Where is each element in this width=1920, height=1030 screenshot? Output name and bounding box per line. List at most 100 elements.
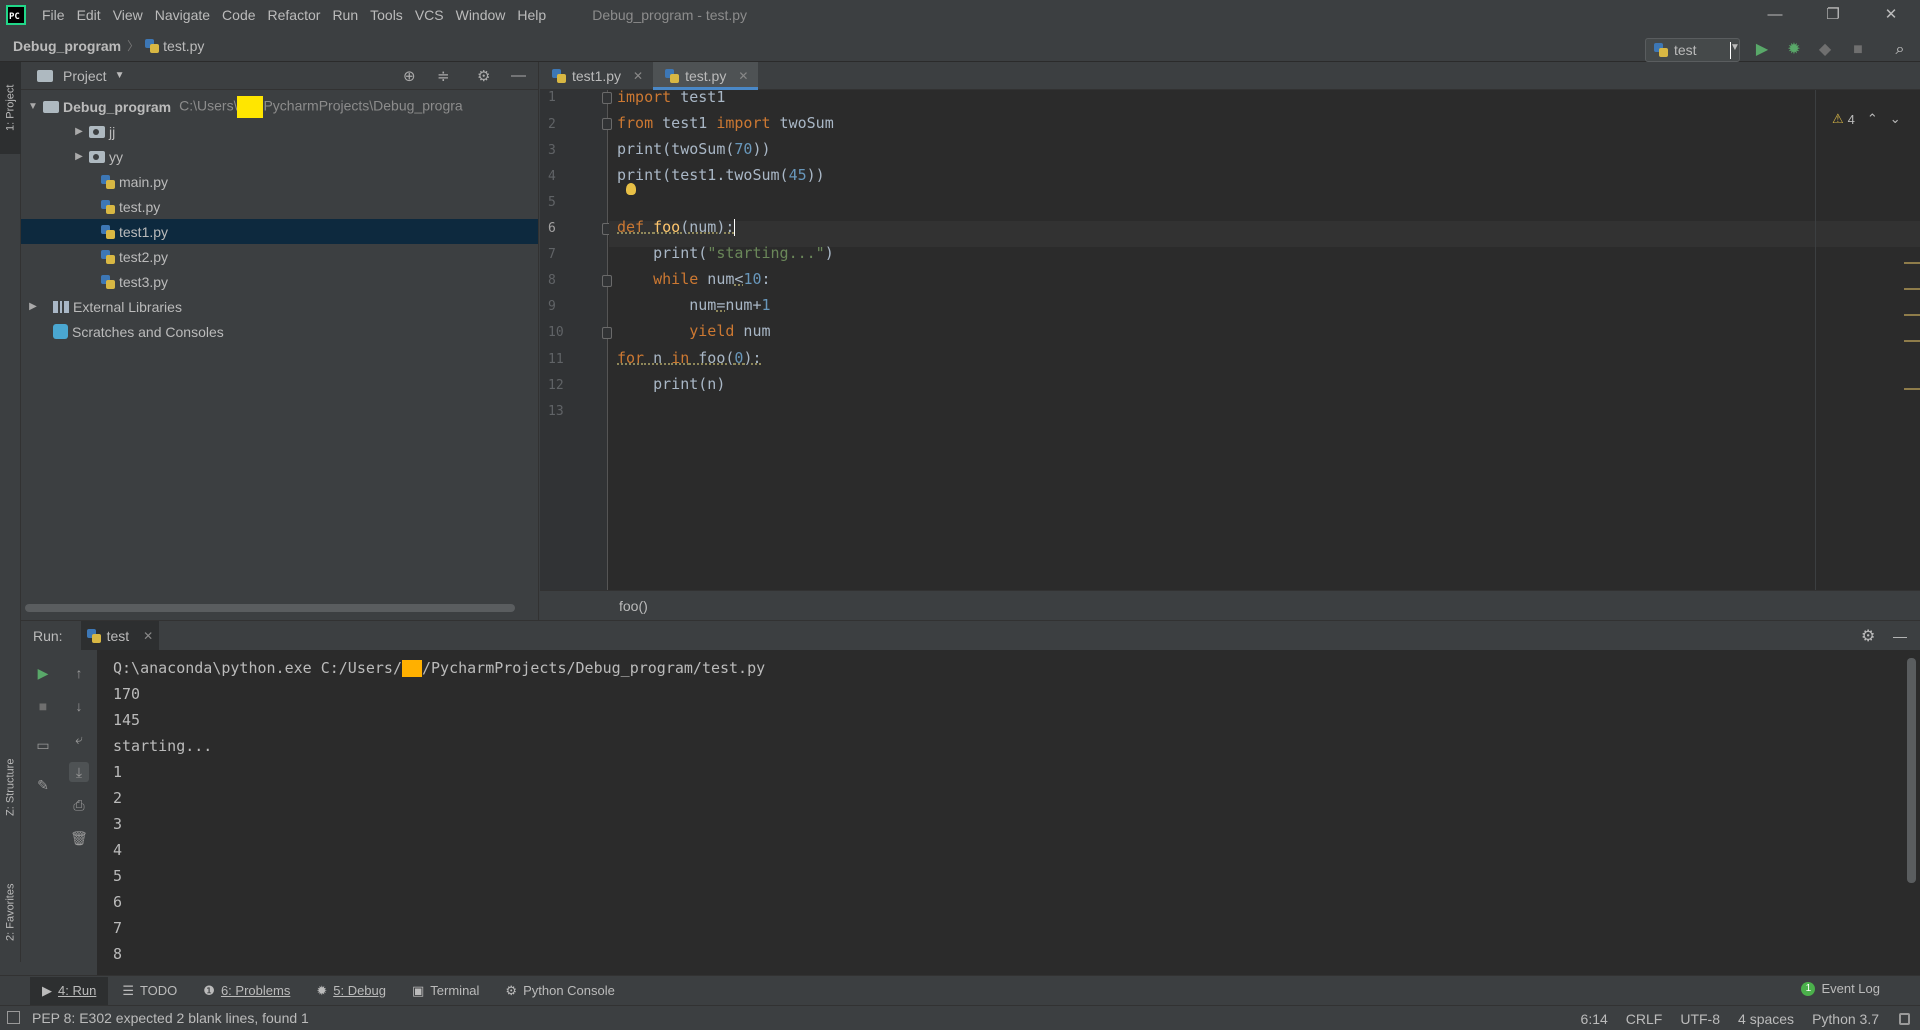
chevron-right-icon[interactable]: ▶ — [73, 151, 85, 162]
tool-tab-run[interactable]: ▶ 4: Run — [30, 976, 109, 1005]
tree-item-test2-py[interactable]: test2.py — [21, 244, 538, 269]
close-button[interactable]: ✕ — [1862, 0, 1920, 30]
event-log-button[interactable]: 1 Event Log — [1801, 981, 1880, 996]
chevron-up-icon[interactable]: ⌃ — [1867, 111, 1878, 127]
locate-target-icon[interactable]: ⊕ — [403, 67, 416, 85]
close-tab-icon[interactable]: ✕ — [633, 69, 643, 83]
menu-refactor[interactable]: Refactor — [262, 7, 327, 23]
menu-window[interactable]: Window — [450, 7, 512, 23]
chevron-down-icon[interactable]: ▼ — [27, 101, 39, 112]
restore-button[interactable]: ❐ — [1804, 0, 1862, 30]
tree-item-test3-py[interactable]: test3.py — [21, 269, 538, 294]
stop-icon[interactable]: ■ — [1848, 40, 1868, 60]
warning-stripe-mark[interactable] — [1904, 388, 1920, 390]
run-configuration-select[interactable]: test ▼ — [1645, 38, 1740, 62]
tab-test-py[interactable]: test.py ✕ — [653, 62, 759, 90]
warning-stripe-mark[interactable] — [1904, 288, 1920, 290]
menu-navigate[interactable]: Navigate — [149, 7, 216, 23]
favorites-tool-tab[interactable]: 2: Favorites — [0, 862, 21, 962]
breadcrumb-project[interactable]: Debug_program — [13, 38, 121, 54]
project-view-select[interactable]: Project — [63, 68, 107, 84]
indent-setting[interactable]: 4 spaces — [1738, 1011, 1794, 1027]
python-interpreter[interactable]: Python 3.7 — [1812, 1011, 1879, 1027]
warning-stripe-mark[interactable] — [1904, 340, 1920, 342]
tool-tab-problems[interactable]: ❶ 6: Problems — [191, 977, 302, 1005]
console-line: starting... — [113, 737, 213, 755]
trash-icon[interactable]: 🗑 — [69, 828, 89, 848]
toggle-tool-windows-icon[interactable] — [7, 1011, 20, 1024]
console-line: 2 — [113, 789, 123, 807]
soft-wrap-icon[interactable]: ⤶ — [69, 729, 89, 749]
tree-item-test-py[interactable]: test.py — [21, 194, 538, 219]
fold-marker-icon[interactable] — [602, 327, 612, 339]
tree-item-main-py[interactable]: main.py — [21, 169, 538, 194]
tab-test1-py[interactable]: test1.py ✕ — [540, 62, 653, 90]
close-tab-icon[interactable]: ✕ — [143, 629, 153, 643]
menu-edit[interactable]: Edit — [71, 7, 107, 23]
warning-stripe-mark[interactable] — [1904, 262, 1920, 264]
horizontal-scrollbar[interactable] — [25, 604, 515, 612]
gear-icon[interactable]: ⚙ — [477, 67, 490, 85]
chevron-down-icon[interactable]: ⌄ — [1890, 111, 1901, 127]
lightbulb-icon[interactable] — [626, 183, 636, 195]
menu-run[interactable]: Run — [326, 7, 364, 23]
fold-marker-icon[interactable] — [602, 118, 612, 130]
caret-position[interactable]: 6:14 — [1581, 1011, 1608, 1027]
console-scrollbar[interactable] — [1907, 658, 1916, 883]
scroll-down-icon[interactable]: ↓ — [69, 696, 89, 716]
tree-item-jj[interactable]: ▶ jj — [21, 119, 538, 144]
collapse-all-icon[interactable]: ≑ — [437, 67, 450, 85]
tool-tab-terminal[interactable]: ▣ Terminal — [400, 977, 491, 1005]
warning-stripe-mark[interactable] — [1904, 314, 1920, 316]
tree-item-external-libraries[interactable]: ▶ External Libraries — [21, 294, 538, 319]
line-number: 5 — [548, 195, 556, 210]
hide-panel-icon[interactable]: — — [511, 67, 526, 84]
line-separator[interactable]: CRLF — [1626, 1011, 1663, 1027]
tool-tab-python-console[interactable]: ⚙ Python Console — [493, 977, 626, 1005]
editor-breadcrumb[interactable]: foo() — [540, 590, 1920, 620]
restore-layout-icon[interactable]: ▭ — [33, 735, 53, 755]
menu-code[interactable]: Code — [216, 7, 261, 23]
pin-icon[interactable]: ✎ — [33, 775, 53, 795]
tree-item-yy[interactable]: ▶ yy — [21, 144, 538, 169]
chevron-right-icon[interactable]: ▶ — [27, 301, 39, 312]
run-icon[interactable]: ▶ — [1752, 40, 1772, 60]
menu-help[interactable]: Help — [511, 7, 552, 23]
menu-vcs[interactable]: VCS — [409, 7, 450, 23]
menu-view[interactable]: View — [107, 7, 149, 23]
print-icon[interactable]: ⎙ — [69, 795, 89, 815]
tree-item-test1-py[interactable]: test1.py — [21, 219, 538, 244]
tree-item-scratches[interactable]: Scratches and Consoles — [21, 319, 538, 344]
fold-marker-icon[interactable] — [602, 92, 612, 104]
project-tool-tab[interactable]: 1: Project — [0, 62, 21, 154]
file-encoding[interactable]: UTF-8 — [1680, 1011, 1720, 1027]
close-tab-icon[interactable]: ✕ — [738, 69, 748, 83]
chevron-down-icon[interactable]: ▼ — [115, 70, 125, 81]
lock-icon[interactable] — [1899, 1012, 1910, 1025]
console-line: 3 — [113, 815, 123, 833]
run-tab-test[interactable]: test ✕ — [80, 620, 160, 651]
stop-icon[interactable]: ■ — [33, 696, 53, 716]
menu-file[interactable]: File — [36, 7, 71, 23]
tool-tab-todo[interactable]: ☰ TODO — [110, 977, 189, 1005]
rerun-icon[interactable]: ▶ — [33, 663, 53, 683]
tree-item-root[interactable]: ▼ Debug_program C:\Users\ PycharmProjects… — [21, 94, 538, 119]
scroll-up-icon[interactable]: ↑ — [69, 663, 89, 683]
tool-tab-debug[interactable]: ✹ 5: Debug — [304, 977, 398, 1005]
structure-tool-tab[interactable]: Z: Structure — [0, 732, 21, 842]
search-icon[interactable]: ⌕ — [1890, 40, 1910, 60]
debug-bug-icon[interactable]: ✹ — [1784, 40, 1804, 60]
menu-tools[interactable]: Tools — [364, 7, 409, 23]
code-editor[interactable]: 1 2 3 4 5 6 7 8 9 10 11 12 13 import tes… — [540, 88, 1920, 590]
coverage-icon[interactable]: ◆ — [1815, 40, 1835, 60]
gear-icon[interactable]: ⚙ — [1861, 626, 1875, 646]
breadcrumb-file[interactable]: test.py — [145, 38, 204, 54]
scroll-to-end-icon[interactable]: ⤓ — [69, 762, 89, 782]
run-console-output[interactable]: Q:\anaconda\python.exe C:/Users//Pycharm… — [97, 650, 1920, 975]
console-line: 7 — [113, 919, 123, 937]
chevron-right-icon[interactable]: ▶ — [73, 126, 85, 137]
fold-marker-icon[interactable] — [602, 275, 612, 287]
minimize-button[interactable]: — — [1746, 0, 1804, 30]
inspection-widget[interactable]: ⚠ 4 ⌃ ⌄ — [1832, 111, 1901, 127]
hide-panel-icon[interactable]: — — [1893, 628, 1907, 644]
